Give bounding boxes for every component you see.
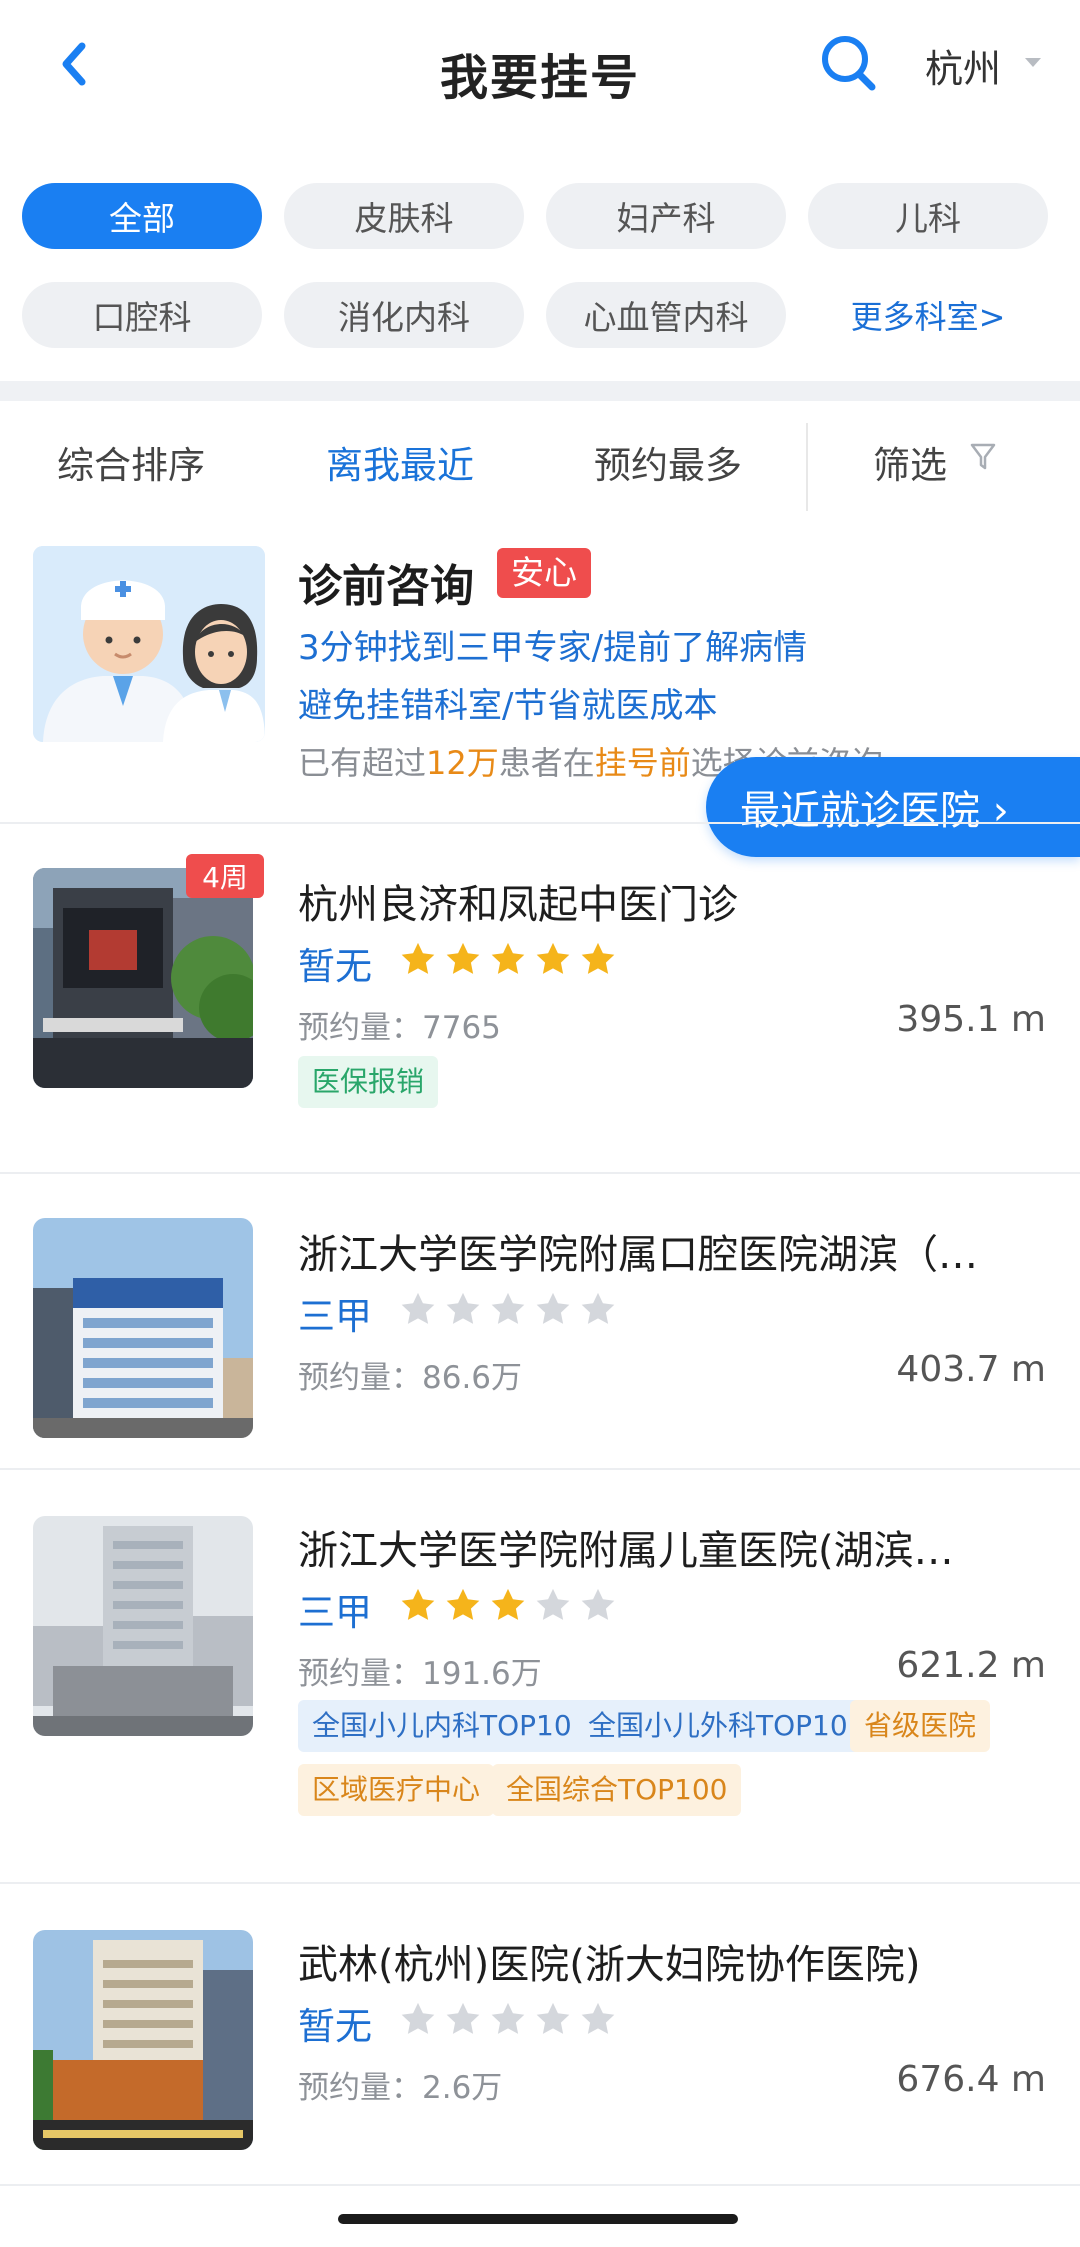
hospital-name: 杭州良济和凤起中医门诊 [298,882,738,928]
chip-all[interactable]: 全部 [22,183,262,249]
hospital-tag: 全国综合TOP100 [492,1764,742,1816]
home-indicator[interactable] [338,2214,738,2224]
hospital-card[interactable]: 浙江大学医学院附属口腔医院湖滨（… 三甲 预约量：86.6万 403.7 m [0,1174,1080,1468]
city-selector[interactable]: 杭州 [925,38,1001,93]
hospital-card[interactable]: 武林(杭州)医院(浙大妇院协作医院) 暂无 预约量：2.6万 676.4 m [0,1884,1080,2184]
star-icon [491,1588,525,1620]
chip-gastroenterology[interactable]: 消化内科 [284,282,524,348]
distance: 395.1 m [896,999,1046,1040]
caret-down-icon[interactable] [1025,58,1041,67]
hospital-card[interactable]: 浙江大学医学院附属儿童医院(湖滨… 三甲 预约量：191.6万 621.2 m … [0,1470,1080,1882]
chip-stomatology[interactable]: 口腔科 [22,282,262,348]
star-icon [581,1292,615,1324]
search-icon [822,36,876,91]
hospital-level: 三甲 [298,1295,372,1338]
hospital-tag: 医保报销 [298,1056,439,1108]
divider [0,2184,1080,2186]
chip-obstetrics[interactable]: 妇产科 [546,183,786,249]
star-icon [491,942,525,974]
sort-divider [806,423,808,511]
star-icon [536,2002,570,2034]
distance: 403.7 m [896,1349,1046,1390]
rating-stars [398,1586,623,1624]
hospital-photo [33,1218,253,1438]
star-icon [446,1588,480,1620]
consult-line-2: 避免挂错科室/节省就医成本 [298,686,718,726]
hospital-photo [33,1516,253,1736]
hospital-tag: 全国小儿外科TOP10 [574,1700,862,1752]
star-icon [581,942,615,974]
hospital-photo [33,868,253,1088]
consult-title: 诊前咨询 [298,561,474,612]
booking-count: 预约量：2.6万 [298,2070,503,2106]
sort-most-booked[interactable]: 预约最多 [594,435,742,489]
section-divider [0,381,1080,401]
chip-pediatrics[interactable]: 儿科 [808,183,1048,249]
rating-stars [398,940,623,978]
hospital-level: 暂无 [298,2005,372,2048]
consult-line-1: 3分钟找到三甲专家/提前了解病情 [298,628,808,668]
star-icon [401,942,435,974]
chip-dermatology[interactable]: 皮肤科 [284,183,524,249]
consult-tag: 安心 [497,548,591,598]
hospital-name: 浙江大学医学院附属口腔医院湖滨（… [298,1232,978,1278]
hospital-tag: 区域医疗中心 [298,1764,495,1816]
more-departments-link[interactable]: 更多科室> [808,282,1048,348]
page-title: 我要挂号 [439,50,640,106]
star-icon [536,942,570,974]
search-button[interactable] [818,32,880,94]
weeks-badge: 4周 [186,854,264,898]
chip-cardiology[interactable]: 心血管内科 [546,282,786,348]
hospital-name: 浙江大学医学院附属儿童医院(湖滨… [298,1528,954,1574]
booking-count: 预约量：86.6万 [298,1360,523,1396]
hospital-level: 暂无 [298,945,372,988]
star-icon [446,942,480,974]
star-icon [491,1292,525,1324]
star-icon [401,1588,435,1620]
distance: 676.4 m [896,2059,1046,2100]
doctor-illustration [33,546,265,742]
top-bar: 我要挂号 杭州 [0,0,1080,145]
rating-stars [398,2000,623,2038]
star-icon [401,1292,435,1324]
hospital-photo [33,1930,253,2150]
booking-count: 预约量：7765 [298,1010,501,1046]
booking-count: 预约量：191.6万 [298,1656,542,1692]
filter-icon[interactable] [970,442,996,472]
rating-stars [398,1290,623,1328]
sort-comprehensive[interactable]: 综合排序 [57,435,205,489]
hospital-level: 三甲 [298,1591,372,1634]
sort-nearest[interactable]: 离我最近 [326,435,474,489]
hospital-card[interactable]: 4周 杭州良济和凤起中医门诊 暂无 预约量：7765 395.1 m 医保报销 [0,824,1080,1172]
star-icon [491,2002,525,2034]
distance: 621.2 m [896,1645,1046,1686]
hospital-tag: 全国小儿内科TOP10 [298,1700,586,1752]
star-icon [401,2002,435,2034]
star-icon [581,1588,615,1620]
star-icon [536,1292,570,1324]
star-icon [536,1588,570,1620]
sort-bar: 综合排序 离我最近 预约最多 筛选 [0,401,1080,513]
hospital-tag: 省级医院 [850,1700,991,1752]
star-icon [581,2002,615,2034]
hospital-name: 武林(杭州)医院(浙大妇院协作医院) [298,1942,921,1988]
star-icon [446,2002,480,2034]
star-icon [446,1292,480,1324]
filter-button[interactable]: 筛选 [873,435,947,489]
